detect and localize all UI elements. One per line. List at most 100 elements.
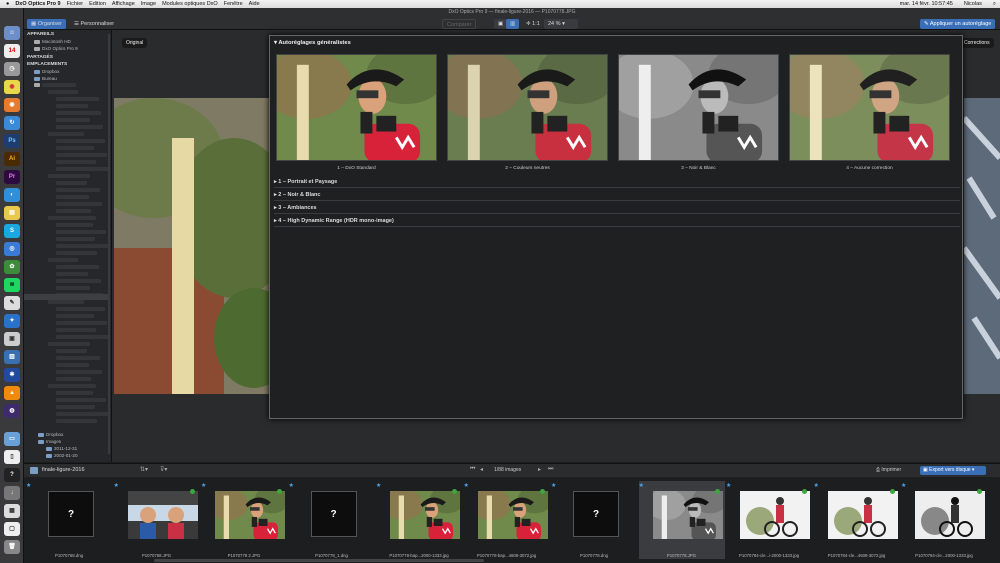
next-image-icon[interactable]: ▸	[538, 466, 541, 473]
tree-item-placeholder[interactable]	[56, 202, 102, 206]
filmstrip-item[interactable]: ★ P1070784-cle...i-2000-1333.jpg	[726, 481, 812, 559]
camera-icon[interactable]: ◎	[4, 242, 20, 256]
tree-item-placeholder[interactable]	[48, 258, 78, 262]
apple-icon[interactable]: ●	[6, 1, 9, 7]
tree-item-placeholder[interactable]	[56, 237, 95, 241]
preset-group[interactable]: ▸ 1 – Portrait et Paysage	[274, 176, 960, 188]
filmstrip-item[interactable]: ★ P1070784-cle...4608-3072.jpg	[814, 481, 900, 559]
tree-item-placeholder[interactable]	[56, 419, 97, 423]
tree-item-images[interactable]: Images	[38, 439, 61, 444]
star-icon[interactable]: ★	[376, 482, 381, 489]
tree-item-user[interactable]	[34, 83, 76, 87]
tree-item-dropbox[interactable]: Dropbox	[34, 69, 59, 74]
tree-item-placeholder[interactable]	[56, 377, 91, 381]
tree-item-placeholder[interactable]	[56, 251, 97, 255]
help-icon[interactable]: ?	[4, 468, 20, 482]
tree-selected-row[interactable]	[24, 294, 108, 300]
star-icon[interactable]: ★	[289, 482, 294, 489]
filmstrip-item[interactable]: ? ★ P1070768.dng	[26, 481, 112, 559]
preset-panel-title[interactable]: ▾ Autoréglages généralistes	[274, 40, 351, 46]
tree-item-placeholder[interactable]	[56, 181, 87, 185]
document-icon[interactable]: ▯	[4, 450, 20, 464]
tree-item-placeholder[interactable]	[48, 216, 96, 220]
tree-item-placeholder[interactable]	[56, 153, 107, 157]
tree-item-placeholder[interactable]	[48, 300, 84, 304]
star-icon[interactable]: ★	[901, 482, 906, 489]
trash-icon[interactable]: 🗑	[4, 540, 20, 554]
spotlight-icon[interactable]: ⌕	[993, 1, 996, 8]
menu-image[interactable]: Image	[141, 1, 156, 7]
tree-item-placeholder[interactable]	[48, 174, 90, 178]
tree-item-dropbox-2[interactable]: Dropbox	[38, 432, 63, 437]
script-icon[interactable]: ✎	[4, 296, 20, 310]
calendar-icon[interactable]: 14	[4, 44, 20, 58]
filmstrip-item[interactable]: ★ P1070778-bap...4608-3072.jpg	[464, 481, 550, 559]
clock-text[interactable]: mar. 14 févr. 10:57:45	[900, 1, 953, 8]
menu-window[interactable]: Fenêtre	[224, 1, 243, 7]
dxo-icon[interactable]: ◍	[4, 404, 20, 418]
preset-thumb-4[interactable]	[789, 54, 950, 161]
tree-item-placeholder[interactable]	[56, 265, 99, 269]
tree-item-placeholder[interactable]	[56, 111, 101, 115]
zoom-fit-button[interactable]: ✛ 1:1	[522, 19, 544, 29]
star-icon[interactable]: ★	[201, 482, 206, 489]
tree-item-placeholder[interactable]	[56, 97, 99, 101]
sidebar-scrollbar[interactable]	[108, 34, 110, 454]
export-button[interactable]: ▣ Export vers disque ▾	[920, 466, 986, 475]
downloads-icon[interactable]: ↓	[4, 486, 20, 500]
stack-icon[interactable]: ▦	[4, 504, 20, 518]
chrome-icon[interactable]: ◉	[4, 80, 20, 94]
first-image-icon[interactable]: ⏮	[470, 466, 475, 473]
skype-icon[interactable]: S	[4, 224, 20, 238]
notes-icon[interactable]: ▤	[4, 206, 20, 220]
tree-item-placeholder[interactable]	[56, 167, 109, 171]
filmstrip-item[interactable]: ★ P1070778-bap...2000-1333.jpg	[376, 481, 462, 559]
tab-customize[interactable]: ☰ Personnaliser	[70, 19, 118, 29]
zoom-select[interactable]: 24 % ▾	[544, 19, 578, 29]
menu-app-name[interactable]: DxO Optics Pro 9	[15, 1, 60, 7]
tree-item-placeholder[interactable]	[56, 321, 107, 325]
tree-item-placeholder[interactable]	[56, 307, 105, 311]
tree-item-placeholder[interactable]	[56, 223, 93, 227]
tree-item-placeholder[interactable]	[48, 90, 78, 94]
tree-item-placeholder[interactable]	[56, 405, 95, 409]
sort-icon[interactable]: ⇅▾	[140, 466, 148, 473]
tree-item-placeholder[interactable]	[56, 230, 106, 234]
star-icon[interactable]: ★	[726, 482, 731, 489]
clock-app-icon[interactable]: ◷	[4, 62, 20, 76]
star-icon[interactable]: ★	[114, 482, 119, 489]
bluetooth-icon[interactable]: ✱	[4, 368, 20, 382]
tree-item-placeholder[interactable]	[56, 279, 101, 283]
star-icon[interactable]: ★	[551, 482, 556, 489]
premiere-icon[interactable]: Pr	[4, 170, 20, 184]
tree-item-placeholder[interactable]	[56, 335, 109, 339]
tree-item-placeholder[interactable]	[56, 314, 94, 318]
spotify-icon[interactable]: ≋	[4, 278, 20, 292]
preset-thumb-1[interactable]	[276, 54, 437, 161]
compare-button[interactable]: Comparer	[442, 19, 477, 29]
plant-icon[interactable]: ✿	[4, 260, 20, 274]
previous-image-icon[interactable]: ◂	[480, 466, 483, 473]
finder-icon[interactable]: ☺	[4, 26, 20, 40]
preview-icon[interactable]: ▣	[4, 332, 20, 346]
tree-item-placeholder[interactable]	[56, 244, 108, 248]
tree-item-placeholder[interactable]	[56, 391, 93, 395]
network-icon[interactable]: ◐	[4, 188, 20, 202]
photoshop-icon[interactable]: Ps	[4, 134, 20, 148]
firefox-icon[interactable]: ◉	[4, 98, 20, 112]
folder-icon[interactable]: ▭	[4, 432, 20, 446]
window-icon[interactable]: ▢	[4, 522, 20, 536]
filter-icon[interactable]: ⊽▾	[160, 466, 167, 473]
preset-group[interactable]: ▸ 3 – Ambiances	[274, 202, 960, 214]
tree-item-placeholder[interactable]	[56, 328, 96, 332]
star-icon[interactable]: ★	[814, 482, 819, 489]
star-icon[interactable]: ★	[639, 482, 644, 489]
safari-icon[interactable]: ✦	[4, 314, 20, 328]
tree-item-placeholder[interactable]	[48, 384, 96, 388]
filmstrip-scrollbar[interactable]	[154, 559, 484, 562]
tree-item-desktop[interactable]: Bureau	[34, 76, 57, 81]
tree-item-placeholder[interactable]	[56, 160, 96, 164]
tree-item-placeholder[interactable]	[56, 286, 90, 290]
filmstrip-item[interactable]: ★ P1070778.JPG	[638, 481, 725, 559]
tree-item-placeholder[interactable]	[56, 272, 88, 276]
